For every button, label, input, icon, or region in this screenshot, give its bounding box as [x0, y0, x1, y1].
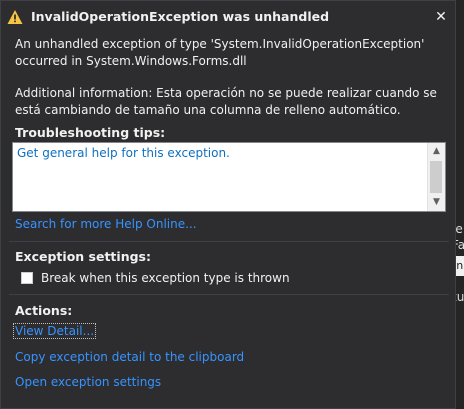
- divider: [9, 294, 449, 295]
- view-detail-link[interactable]: View Detail...: [12, 323, 97, 339]
- general-help-link[interactable]: Get general help for this exception.: [17, 146, 230, 160]
- copy-exception-detail-link[interactable]: Copy exception detail to the clipboard: [15, 350, 244, 364]
- scroll-thumb[interactable]: [430, 161, 442, 193]
- close-icon[interactable]: ✕: [431, 7, 451, 27]
- dialog-title: InvalidOperationException was unhandled: [31, 9, 330, 24]
- troubleshooting-heading: Troubleshooting tips:: [15, 125, 166, 140]
- exception-settings-heading: Exception settings:: [15, 249, 151, 264]
- break-when-thrown-label: Break when this exception type is thrown: [41, 271, 290, 285]
- break-when-thrown-checkbox[interactable]: [21, 272, 33, 284]
- scroll-up-arrow-icon[interactable]: ▲: [428, 143, 445, 160]
- exception-helper-popup: InvalidOperationException was unhandled …: [0, 0, 456, 409]
- divider: [9, 241, 449, 242]
- open-exception-settings-link[interactable]: Open exception settings: [15, 375, 161, 389]
- additional-information: Additional information: Esta operación n…: [15, 86, 437, 117]
- troubleshooting-tips-box: Get general help for this exception. ▲ ▼: [12, 142, 446, 212]
- title-bar: InvalidOperationException was unhandled …: [1, 1, 457, 33]
- search-help-online-link[interactable]: Search for more Help Online...: [15, 217, 197, 231]
- actions-heading: Actions:: [15, 303, 73, 318]
- scroll-down-arrow-icon[interactable]: ▼: [428, 194, 445, 211]
- warning-icon: [7, 10, 23, 24]
- exception-message: An unhandled exception of type 'System.I…: [15, 37, 425, 68]
- tips-scrollbar[interactable]: ▲ ▼: [427, 143, 445, 211]
